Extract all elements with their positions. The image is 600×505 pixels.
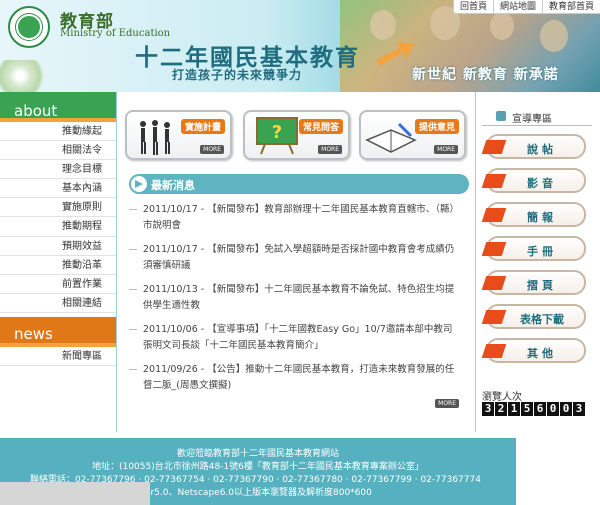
pin-icon (496, 111, 506, 121)
visitor-digit: 5 (521, 402, 533, 416)
more-button[interactable]: MORE (318, 145, 342, 154)
footer-edge (516, 432, 600, 505)
footer-welcome: 歡迎蒞臨教育部十二年國民基本教育網站 (176, 449, 339, 459)
about-label: about (14, 102, 58, 120)
news-item[interactable]: 2011/09/26 - 【公告】推動十二年國民基本教育，打造未來教育發展的任督… (125, 360, 455, 396)
sidebar-item-history[interactable]: 推動沿革 (0, 256, 116, 275)
about-nav: 推動緣起 相關法令 理念目標 基本內涵 實施原則 推動期程 預期效益 推動沿革 … (0, 122, 116, 313)
promo-panel: 宣導專區 說帖 影音 簡報 手冊 摺頁 表格下載 其他 瀏覽人次 3215600… (476, 92, 600, 432)
feedback-label: 提供意見 (414, 119, 459, 134)
visitor-digit: 2 (495, 402, 507, 416)
visitor-digit: 0 (547, 402, 559, 416)
home-link[interactable]: 回首頁 (454, 0, 494, 13)
news-header: news (0, 316, 116, 347)
feedback-button[interactable]: 提供意見 MORE (359, 110, 466, 160)
more-button[interactable]: MORE (200, 145, 224, 154)
visitor-digit: 6 (534, 402, 546, 416)
visitor-digit: 3 (573, 402, 585, 416)
plan-label: 實施計畫 (180, 119, 225, 134)
top-nav: 回首頁 網站地圖 教育部首頁 (452, 0, 600, 14)
promo-item-leaflet[interactable]: 摺頁 (481, 270, 586, 295)
sidebar-item-preparation[interactable]: 前置作業 (0, 275, 116, 294)
news-section-title: 最新消息 (129, 174, 469, 194)
sidebar-item-laws[interactable]: 相關法令 (0, 141, 116, 161)
book-icon (365, 122, 417, 153)
faq-button[interactable]: ? 常見問答 MORE (243, 110, 350, 160)
about-header: about (0, 60, 116, 122)
sidebar-item-links[interactable]: 相關連結 (0, 294, 116, 313)
play-icon (131, 176, 147, 192)
faq-label: 常見問答 (298, 119, 343, 134)
promo-item-other[interactable]: 其他 (481, 338, 586, 363)
news-item[interactable]: 2011/10/06 - 【宣導事項】「十二年國教Easy Go」10/7邀請本… (125, 320, 455, 356)
flower-decoration (0, 60, 50, 92)
page-subtitle: 打造孩子的未來競爭力 (172, 68, 303, 82)
footer-overlay (0, 482, 150, 505)
question-board-icon: ? (256, 117, 298, 155)
footer-browser-note: ernet Explorer5.0、Netscape6.0以上版本瀏覽器及解析度… (90, 488, 372, 498)
promo-header: 宣導專區 (482, 106, 592, 126)
more-button[interactable]: MORE (434, 145, 458, 154)
sitemap-link[interactable]: 網站地圖 (494, 0, 543, 13)
sidebar-item-principles[interactable]: 實施原則 (0, 198, 116, 218)
site-header: 教育部 Ministry of Education 十二年國民基本教育 打造孩子… (0, 0, 600, 92)
sidebar-item-schedule[interactable]: 推動期程 (0, 217, 116, 237)
news-item[interactable]: 2011/10/17 - 【新聞發布】教育部辦理十二年國民基本教育直轄市、（縣）… (125, 200, 455, 236)
promo-item-brief[interactable]: 說帖 (481, 134, 586, 159)
main-content: 實施計畫 MORE ? 常見問答 MORE 提供意見 MORE 最新消息 201… (116, 92, 476, 432)
visitor-counter: 32156003 (482, 402, 585, 416)
plan-button[interactable]: 實施計畫 MORE (125, 110, 232, 160)
visitor-digit: 0 (560, 402, 572, 416)
promo-item-manual[interactable]: 手冊 (481, 236, 586, 261)
visitor-label: 瀏覽人次 (482, 392, 522, 403)
promo-item-video[interactable]: 影音 (481, 168, 586, 193)
ministry-logo[interactable] (8, 6, 50, 48)
promo-item-forms[interactable]: 表格下載 (481, 304, 586, 329)
sidebar-item-content[interactable]: 基本內涵 (0, 179, 116, 199)
sidebar-item-origin[interactable]: 推動緣起 (0, 122, 116, 142)
sidebar-item-benefits[interactable]: 預期效益 (0, 237, 116, 256)
news-list: 2011/10/17 - 【新聞發布】教育部辦理十二年國民基本教育直轄市、（縣）… (125, 200, 455, 400)
arrow-icon (376, 42, 414, 66)
sidebar-item-goals[interactable]: 理念目標 (0, 160, 116, 180)
news-item[interactable]: 2011/10/17 - 【新聞發布】免試入學超額時是否採計國中教育會考成績仍須… (125, 240, 455, 276)
people-icon (140, 120, 170, 155)
svg-text:?: ? (272, 122, 282, 143)
sidebar-item-news[interactable]: 新聞專區 (0, 347, 116, 367)
news-nav: 新聞專區 (0, 347, 116, 367)
promo-item-slides[interactable]: 簡報 (481, 202, 586, 227)
sidebar: about 推動緣起 相關法令 理念目標 基本內涵 實施原則 推動期程 預期效益… (0, 60, 116, 432)
slogan: 新世紀 新教育 新承諾 (412, 67, 559, 83)
news-label: news (14, 324, 53, 343)
news-item[interactable]: 2011/10/13 - 【新聞發布】十二年國民基本教育不論免試、特色招生均提供… (125, 280, 455, 316)
footer-address: 地址：(10055)台北市徐州路48-1號6樓「教育部十二年國民基本教育專案辦公… (92, 462, 424, 472)
ministry-home-link[interactable]: 教育部首頁 (543, 0, 600, 13)
visitor-digit: 1 (508, 402, 520, 416)
news-more-button[interactable]: MORE (435, 399, 459, 408)
promo-title: 宣導專區 (512, 114, 552, 125)
visitor-digit: 3 (482, 402, 494, 416)
